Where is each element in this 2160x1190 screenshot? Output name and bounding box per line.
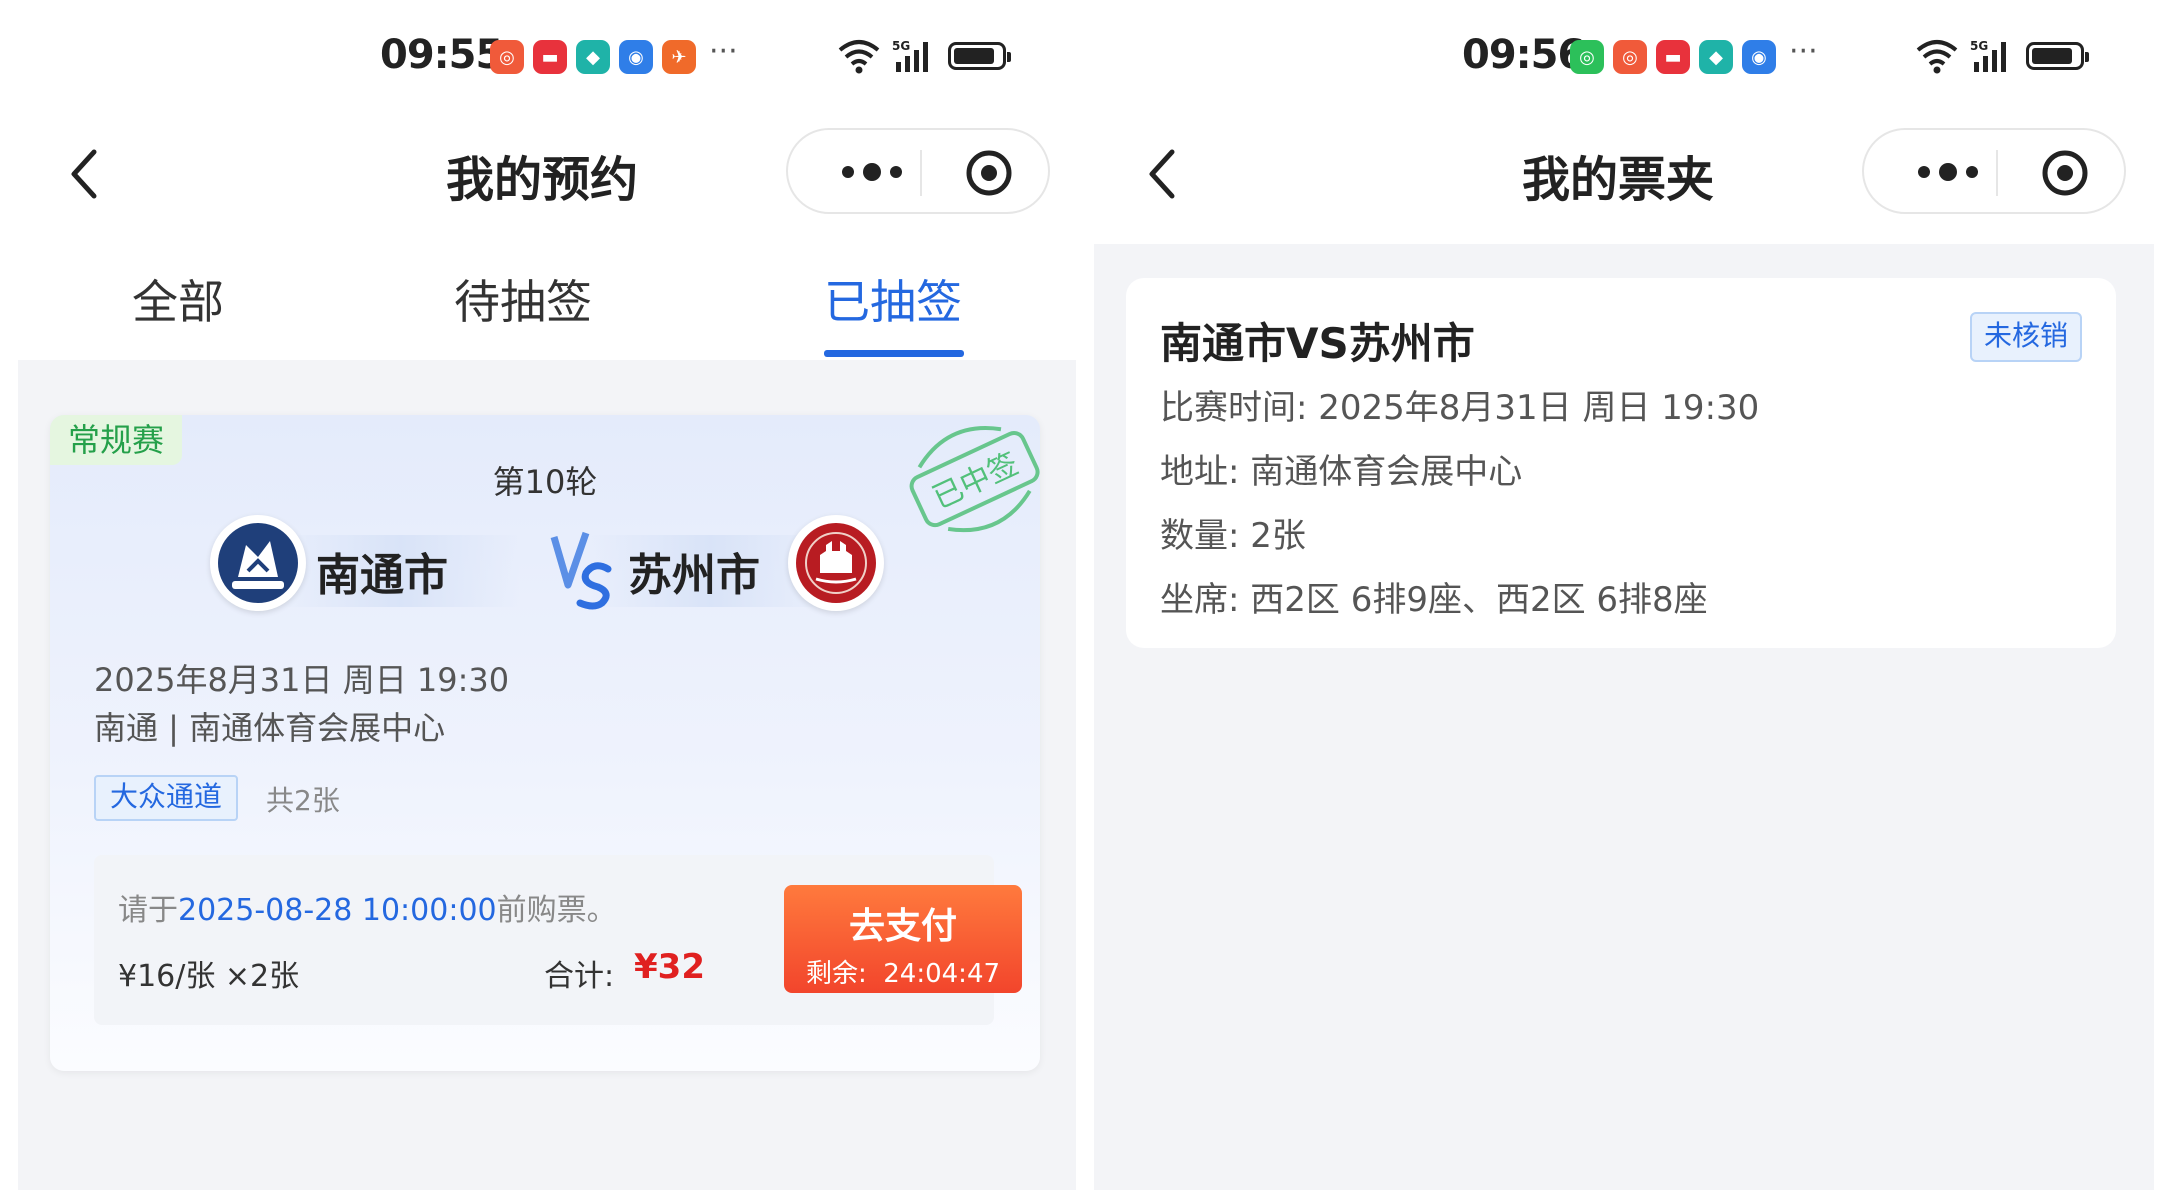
app-notification-icon: ◎ [490, 40, 524, 74]
ticket-count: 共2张 [266, 784, 340, 817]
battery-icon [948, 42, 1011, 70]
ticket-seats: 坐席: 西2区 6排9座、西2区 6排8座 [1160, 580, 1708, 620]
app-notification-icon: ◎ [1613, 40, 1647, 74]
my-reservations-screen: 09:55 ◎ ▬ ◆ ◉ ✈ ··· 5G 我的预约 全部 待抽签 已抽签 常… [0, 0, 1080, 1190]
status-time: 09:55 [380, 32, 503, 78]
status-bar: 09:56 ◎ ◎ ▬ ◆ ◉ ··· 5G [1080, 28, 2160, 84]
remaining-time: 剩余: 24:04:47 [805, 959, 1001, 989]
back-icon[interactable] [1136, 144, 1196, 204]
ticket-address: 地址: 南通体育会展中心 [1160, 452, 1523, 492]
verification-status-badge: 未核销 [1969, 312, 2082, 362]
app-notification-icon: ◎ [1570, 40, 1604, 74]
match-datetime: 2025年8月31日 周日 19:30 [94, 661, 510, 699]
capsule-divider [1996, 150, 1998, 196]
app-notification-icon: ◆ [1699, 40, 1733, 74]
total-label: 合计: [544, 959, 615, 994]
close-mini-program-icon[interactable] [964, 148, 1014, 198]
app-notification-icon: ✈ [662, 40, 696, 74]
wifi-icon [1916, 40, 1958, 74]
status-time: 09:56 [1462, 32, 1585, 78]
vs-icon [550, 531, 612, 610]
payment-box: 请于2025-08-28 10:00:00前购票。 ¥16/张 ×2张 合计: … [94, 855, 1022, 1025]
active-tab-indicator [824, 350, 964, 357]
pay-button[interactable]: 去支付 剩余: 24:04:47 [784, 885, 1022, 993]
wifi-icon [838, 40, 880, 74]
notification-icons: ◎ ▬ ◆ ◉ ✈ ··· [490, 34, 738, 74]
away-team-name: 苏州市 [628, 550, 760, 601]
reservation-tabs: 全部 待抽签 已抽签 [0, 240, 1080, 360]
capsule-divider [920, 150, 922, 196]
page-title: 我的票夹 [1522, 152, 1715, 208]
app-notification-icon: ◆ [576, 40, 610, 74]
more-notifications-icon: ··· [709, 33, 738, 69]
reservation-card[interactable]: 常规赛 第10轮 已中签 南通市 苏州市 2025年8月31日 周日 19:30… [50, 415, 1040, 1071]
match-venue: 南通 | 南通体育会展中心 [94, 709, 446, 747]
app-notification-icon: ▬ [533, 40, 567, 74]
page-title: 我的预约 [446, 152, 639, 208]
won-lottery-stamp: 已中签 [909, 426, 1040, 533]
suzhou-team-logo [788, 515, 884, 611]
system-icons: 5G [1914, 38, 2089, 74]
svg-text:5G: 5G [1970, 39, 1988, 53]
payment-deadline: 2025-08-28 10:00:00 [178, 893, 497, 928]
more-options-icon[interactable] [828, 160, 928, 184]
nav-bar: 我的票夹 [1080, 128, 2160, 220]
more-options-icon[interactable] [1904, 160, 2004, 184]
system-icons: 5G [836, 38, 1011, 74]
back-icon[interactable] [58, 144, 118, 204]
app-notification-icon: ◉ [1742, 40, 1776, 74]
ticket-match-time: 比赛时间: 2025年8月31日 周日 19:30 [1160, 388, 1760, 428]
mini-program-capsule [1862, 128, 2126, 214]
nav-bar: 我的预约 [0, 128, 1080, 220]
home-team-name: 南通市 [316, 550, 448, 601]
nantong-team-logo [210, 515, 306, 611]
app-notification-icon: ▬ [1656, 40, 1690, 74]
more-notifications-icon: ··· [1789, 33, 1818, 69]
signal-icon: 5G [892, 39, 928, 72]
battery-icon [2026, 42, 2089, 70]
matchup: 南通市 苏州市 [210, 515, 884, 615]
total-price: ¥32 [634, 947, 705, 987]
ticket-quantity: 数量: 2张 [1160, 516, 1306, 556]
close-mini-program-icon[interactable] [2040, 148, 2090, 198]
match-round: 第10轮 [492, 463, 598, 501]
my-tickets-screen: 09:56 ◎ ◎ ▬ ◆ ◉ ··· 5G 我的票夹 南通市VS苏州市 未核销… [1080, 0, 2160, 1190]
mini-program-capsule [786, 128, 1050, 214]
signal-icon: 5G [1970, 39, 2006, 72]
ticket-match-title: 南通市VS苏州市 [1160, 319, 1475, 368]
status-bar: 09:55 ◎ ▬ ◆ ◉ ✈ ··· 5G [0, 28, 1080, 84]
tab-all[interactable]: 全部 [132, 266, 224, 332]
app-notification-icon: ◉ [619, 40, 653, 74]
ticket-channel-badge: 大众通道 [94, 775, 239, 821]
payment-deadline-note: 请于2025-08-28 10:00:00前购票。 [118, 893, 617, 928]
ticket-card[interactable]: 南通市VS苏州市 未核销 比赛时间: 2025年8月31日 周日 19:30 地… [1126, 278, 2116, 648]
pay-button-label: 去支付 [848, 906, 957, 947]
tab-drawn[interactable]: 已抽签 [824, 266, 962, 332]
notification-icons: ◎ ◎ ▬ ◆ ◉ ··· [1570, 34, 1818, 74]
tab-pending-draw[interactable]: 待抽签 [454, 266, 592, 332]
unit-price: ¥16/张 ×2张 [118, 959, 300, 994]
svg-text:5G: 5G [892, 39, 910, 53]
